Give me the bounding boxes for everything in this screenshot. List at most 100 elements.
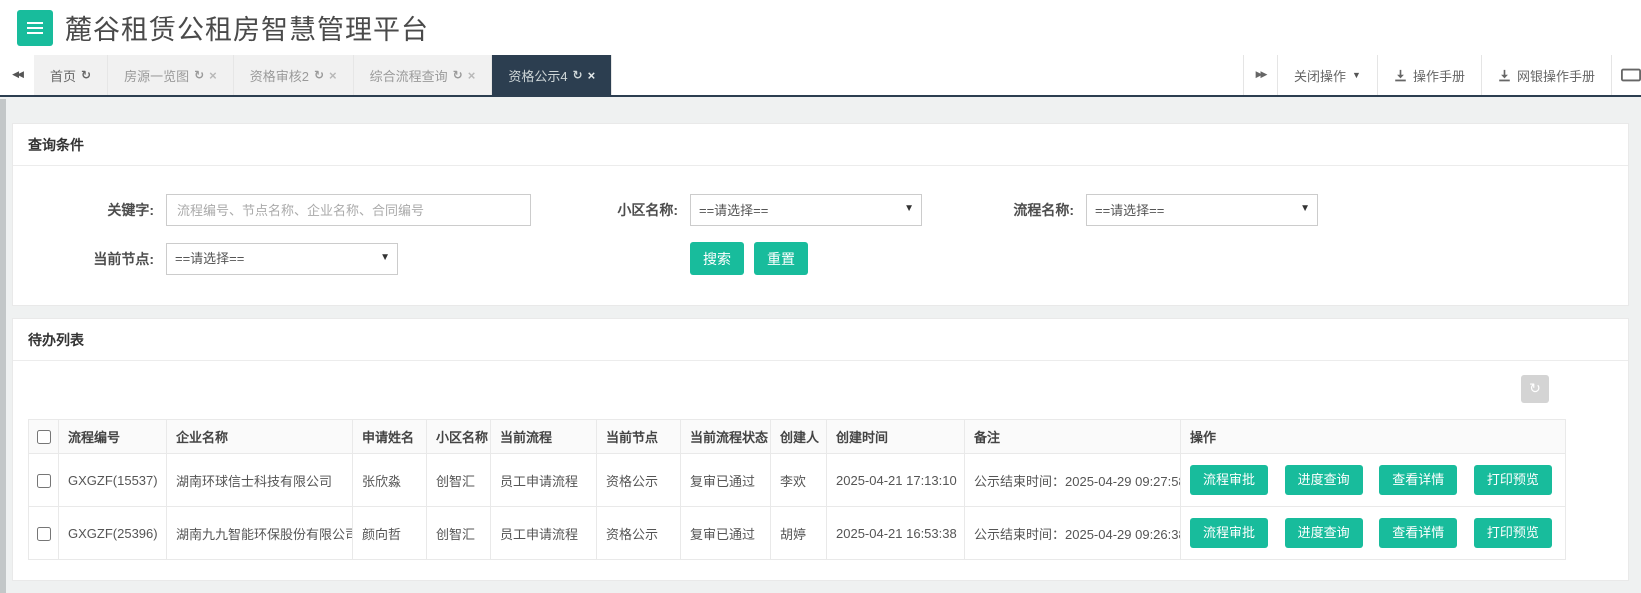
refresh-tab-icon[interactable]: ↻: [81, 68, 91, 82]
close-tab-icon[interactable]: ×: [209, 68, 217, 83]
print-preview-button[interactable]: 打印预览: [1474, 465, 1552, 495]
tab-qualification-review[interactable]: 资格审核2 ↻ ×: [234, 55, 354, 95]
cell-creator: 李欢: [771, 454, 827, 507]
select-all-checkbox[interactable]: [37, 430, 51, 444]
progress-query-button[interactable]: 进度查询: [1285, 465, 1363, 495]
cell-remark: 公示结束时间：2025-04-29 09:26:38: [965, 507, 1181, 560]
close-tab-icon[interactable]: ×: [468, 68, 476, 83]
tab-process-query[interactable]: 综合流程查询 ↻ ×: [354, 55, 493, 95]
col-created: 创建时间: [827, 420, 965, 454]
progress-query-button[interactable]: 进度查询: [1285, 518, 1363, 548]
cell-code: GXGZF(15537): [59, 454, 167, 507]
approve-flow-button[interactable]: 流程审批: [1190, 518, 1268, 548]
cell-node: 资格公示: [597, 454, 681, 507]
hamburger-menu-button[interactable]: [17, 10, 53, 46]
cell-created: 2025-04-21 16:53:38: [827, 507, 965, 560]
tabs-scroll-right-icon[interactable]: ▶▶: [1243, 55, 1277, 95]
row-checkbox[interactable]: [37, 527, 51, 541]
approve-flow-button[interactable]: 流程审批: [1190, 465, 1268, 495]
community-label: 小区名称:: [538, 200, 690, 220]
toolbar-partial-icon[interactable]: [1611, 55, 1641, 95]
node-select-wrap: ==请选择== ▼: [166, 243, 398, 275]
cell-company: 湖南环球信士科技有限公司: [167, 454, 353, 507]
keyword-label: 关键字:: [28, 200, 166, 220]
table-row: GXGZF(15537) 湖南环球信士科技有限公司 张欣淼 创智汇 员工申请流程…: [29, 454, 1566, 507]
app-header: 麓谷租赁公租房智慧管理平台: [0, 0, 1641, 55]
cell-status: 复审已通过: [681, 454, 771, 507]
tab-label: 首页: [50, 66, 76, 85]
cell-creator: 胡婷: [771, 507, 827, 560]
close-tab-icon[interactable]: ×: [329, 68, 337, 83]
refresh-tab-icon[interactable]: ↻: [194, 68, 204, 82]
tab-label: 综合流程查询: [370, 66, 448, 85]
table-row: GXGZF(25396) 湖南九九智能环保股份有限公司 颜向哲 创智汇 员工申请…: [29, 507, 1566, 560]
reset-button[interactable]: 重置: [754, 242, 808, 275]
col-code: 流程编号: [59, 420, 167, 454]
current-node-label: 当前节点:: [28, 249, 166, 269]
bank-manual-button[interactable]: 网银操作手册: [1481, 55, 1611, 95]
cell-flow: 员工申请流程: [491, 507, 597, 560]
cell-community: 创智汇: [427, 454, 491, 507]
cell-company: 湖南九九智能环保股份有限公司: [167, 507, 353, 560]
todo-panel-title: 待办列表: [13, 319, 1628, 361]
col-remark: 备注: [965, 420, 1181, 454]
tabs-scroll-left-icon[interactable]: ◀◀: [0, 55, 34, 95]
view-details-button[interactable]: 查看详情: [1379, 518, 1457, 548]
refresh-icon: ↻: [1529, 381, 1541, 397]
col-node: 当前节点: [597, 420, 681, 454]
view-details-button[interactable]: 查看详情: [1379, 465, 1457, 495]
search-button[interactable]: 搜索: [690, 242, 744, 275]
tab-qualification-publicity-active[interactable]: 资格公示4 ↻ ×: [492, 55, 612, 95]
hamburger-icon: [27, 22, 43, 24]
col-community: 小区名称: [427, 420, 491, 454]
col-company: 企业名称: [167, 420, 353, 454]
operation-manual-button[interactable]: 操作手册: [1377, 55, 1481, 95]
cell-status: 复审已通过: [681, 507, 771, 560]
tab-label: 资格审核2: [250, 66, 309, 85]
col-creator: 创建人: [771, 420, 827, 454]
cell-applicant: 张欣淼: [353, 454, 427, 507]
table-header-row: 流程编号 企业名称 申请姓名 小区名称 当前流程 当前节点 当前流程状态 创建人…: [29, 420, 1566, 454]
download-icon: [1394, 69, 1407, 82]
refresh-tab-icon[interactable]: ↻: [453, 68, 463, 82]
col-flow: 当前流程: [491, 420, 597, 454]
cell-flow: 员工申请流程: [491, 454, 597, 507]
query-form: 关键字: 小区名称: ==请选择== ▼ 流程名称: ==请选择== ▼ 当前节…: [13, 166, 1628, 305]
process-select[interactable]: ==请选择==: [1086, 194, 1318, 226]
cell-community: 创智汇: [427, 507, 491, 560]
tab-toolbar: ▶▶ 关闭操作 ▼ 操作手册 网银操作手册: [1243, 55, 1641, 95]
todo-table: 流程编号 企业名称 申请姓名 小区名称 当前流程 当前节点 当前流程状态 创建人…: [28, 419, 1566, 560]
close-tab-icon[interactable]: ×: [588, 68, 596, 83]
col-status: 当前流程状态: [681, 420, 771, 454]
community-select-wrap: ==请选择== ▼: [690, 194, 922, 226]
tab-housing-overview[interactable]: 房源一览图 ↻ ×: [108, 55, 234, 95]
tab-label: 房源一览图: [124, 66, 189, 85]
cell-node: 资格公示: [597, 507, 681, 560]
cell-remark: 公示结束时间：2025-04-29 09:27:58: [965, 454, 1181, 507]
chevron-down-icon: ▼: [1352, 70, 1361, 80]
refresh-tab-icon[interactable]: ↻: [573, 68, 583, 82]
col-actions: 操作: [1181, 420, 1566, 454]
community-select[interactable]: ==请选择==: [690, 194, 922, 226]
download-icon: [1498, 69, 1511, 82]
cell-created: 2025-04-21 17:13:10: [827, 454, 965, 507]
page-title: 麓谷租赁公租房智慧管理平台: [65, 8, 429, 47]
cell-applicant: 颜向哲: [353, 507, 427, 560]
todo-panel: 待办列表 ↻ 流程编号 企业名称 申请姓名: [12, 318, 1629, 581]
current-node-select[interactable]: ==请选择==: [166, 243, 398, 275]
process-name-label: 流程名称:: [928, 200, 1086, 220]
tab-label: 资格公示4: [508, 66, 567, 85]
row-checkbox[interactable]: [37, 474, 51, 488]
print-preview-button[interactable]: 打印预览: [1474, 518, 1552, 548]
query-panel-title: 查询条件: [13, 124, 1628, 166]
cell-code: GXGZF(25396): [59, 507, 167, 560]
query-panel: 查询条件 关键字: 小区名称: ==请选择== ▼ 流程名称: ==请选择== …: [12, 123, 1629, 306]
tab-bar: ◀◀ 首页 ↻ 房源一览图 ↻ × 资格审核2 ↻ × 综合流程查询 ↻ × 资…: [0, 55, 1641, 97]
close-operations-dropdown[interactable]: 关闭操作 ▼: [1277, 55, 1377, 95]
left-edge-strip: [0, 99, 6, 593]
keyword-input[interactable]: [166, 194, 531, 226]
process-select-wrap: ==请选择== ▼: [1086, 194, 1318, 226]
tab-home[interactable]: 首页 ↻: [34, 55, 108, 95]
refresh-list-button[interactable]: ↻: [1521, 375, 1549, 403]
refresh-tab-icon[interactable]: ↻: [314, 68, 324, 82]
